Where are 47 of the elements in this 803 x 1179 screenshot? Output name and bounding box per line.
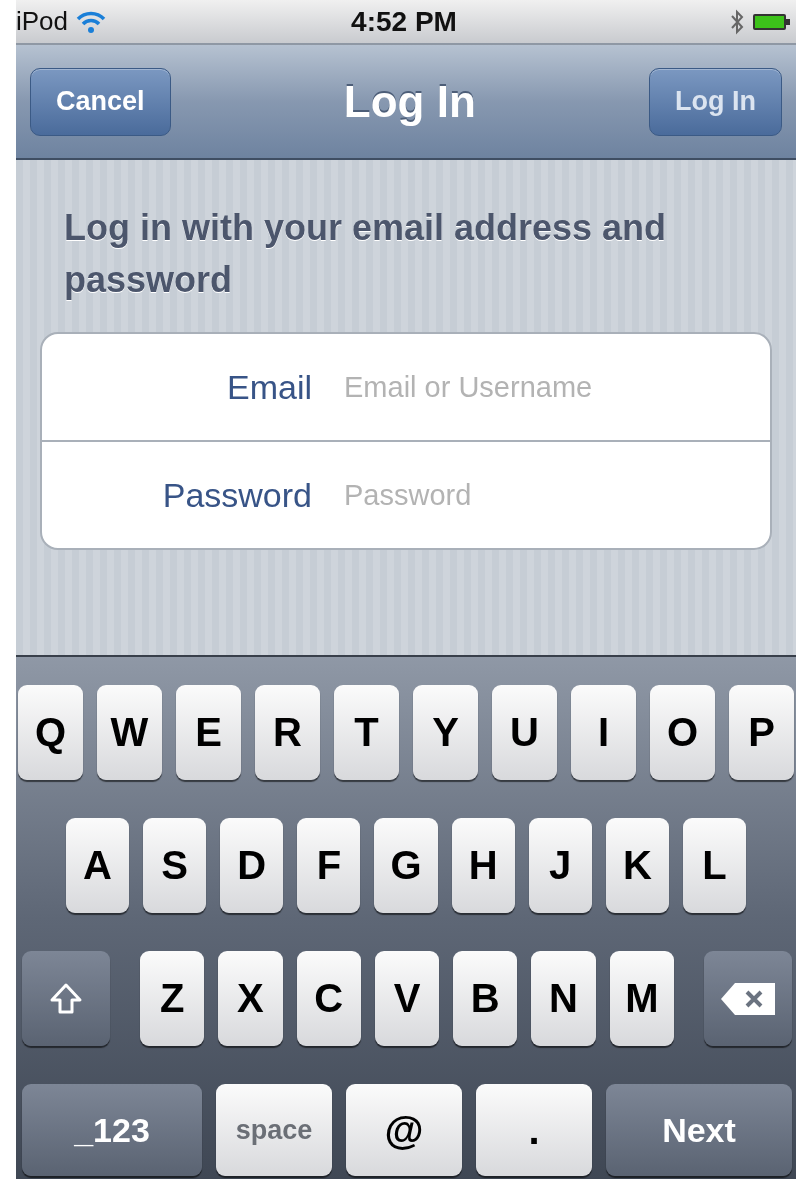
letter-key[interactable]: F — [297, 818, 361, 913]
letter-key[interactable]: U — [492, 685, 557, 780]
next-key[interactable]: Next — [606, 1084, 792, 1176]
letter-key[interactable]: Y — [413, 685, 478, 780]
letter-key[interactable]: J — [528, 818, 592, 913]
letter-key[interactable]: L — [682, 818, 746, 913]
letter-key[interactable]: P — [729, 685, 794, 780]
shift-arrow-icon — [49, 981, 83, 1016]
character-key[interactable]: @ — [346, 1084, 462, 1176]
letter-key[interactable]: E — [176, 685, 241, 780]
letter-key[interactable]: V — [374, 951, 440, 1046]
cancel-button[interactable]: Cancel — [30, 67, 171, 136]
letter-key[interactable]: G — [374, 818, 438, 913]
letter-key[interactable]: K — [605, 818, 669, 913]
field-label: Email — [225, 367, 312, 407]
letter-key[interactable]: T — [334, 685, 399, 780]
input-field[interactable]: Password — [342, 477, 770, 513]
letter-key[interactable]: R — [255, 685, 320, 780]
shift-key[interactable] — [22, 951, 110, 1046]
backspace-icon — [718, 980, 777, 1017]
letter-key[interactable]: M — [609, 951, 674, 1046]
letter-key[interactable]: H — [451, 818, 515, 913]
letter-key[interactable]: C — [296, 951, 361, 1046]
letter-key[interactable]: I — [571, 685, 636, 780]
letter-key[interactable]: S — [143, 818, 207, 913]
numbers-key[interactable]: _123 — [22, 1084, 202, 1176]
letter-key[interactable]: N — [531, 951, 596, 1046]
letter-key[interactable]: B — [453, 951, 518, 1046]
letter-key[interactable]: D — [220, 818, 284, 913]
space-key[interactable]: space — [216, 1084, 332, 1176]
instructions-text: Log in with your email address and password — [64, 206, 668, 303]
status-time: 4:52 PM — [351, 5, 457, 38]
bluetooth-icon — [730, 8, 744, 35]
input-field[interactable]: Email or Username — [342, 369, 770, 405]
character-key[interactable]: . — [476, 1084, 592, 1176]
wifi-icon — [76, 9, 107, 34]
letter-key[interactable]: O — [650, 685, 715, 780]
navigation-title: Log In — [343, 76, 476, 127]
carrier-name: iPod — [16, 6, 69, 37]
field-label: Password — [161, 475, 312, 515]
letter-key[interactable]: A — [66, 818, 130, 913]
letter-key[interactable]: X — [218, 951, 283, 1046]
delete-key[interactable] — [703, 951, 792, 1046]
letter-key[interactable]: W — [97, 685, 162, 780]
battery-icon — [752, 11, 792, 32]
letter-key[interactable]: Z — [140, 951, 205, 1046]
letter-key[interactable]: Q — [18, 685, 83, 780]
